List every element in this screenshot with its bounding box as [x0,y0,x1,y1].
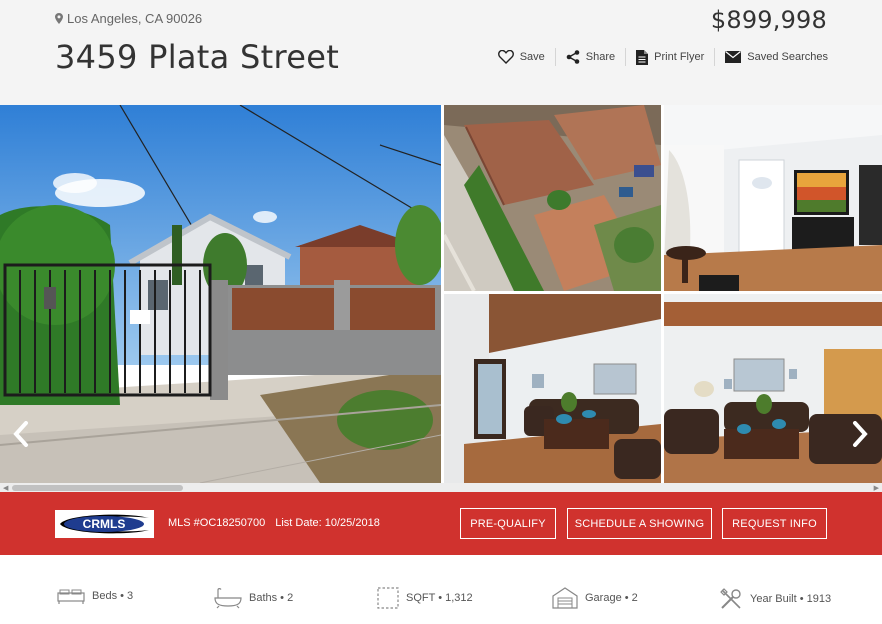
feature-year-built: Year Built • 1913 [719,587,831,611]
feature-garage: Garage • 2 [552,587,638,609]
pre-qualify-button[interactable]: PRE-QUALIFY [460,508,556,539]
listing-header: Los Angeles, CA 90026 3459 Plata Street … [0,0,882,105]
gallery-prev-button[interactable] [4,415,38,453]
mls-number: MLS #OC18250700 [168,517,266,529]
heart-icon [497,50,514,64]
print-flyer-button[interactable]: Print Flyer [625,48,714,66]
gallery-next-button[interactable] [843,415,877,453]
gallery-scrollbar[interactable]: ◀ ▶ [0,483,882,492]
listing-bar: CRMLS MLS #OC18250700 List Date: 10/25/2… [0,492,882,555]
property-features: Beds • 3 Baths • 2 SQFT • 1,312 Garage •… [0,555,882,624]
feature-baths: Baths • 2 [214,587,293,609]
garage-text: Garage • 2 [585,592,638,604]
photo-gallery [0,105,882,483]
share-icon [566,50,580,64]
request-info-button[interactable]: REQUEST INFO [722,508,827,539]
photo-living-room-tv[interactable] [664,105,882,291]
saved-searches-label: Saved Searches [747,51,828,63]
crmls-logo: CRMLS [55,510,154,538]
beds-text: Beds • 3 [92,590,134,602]
chevron-right-icon [853,421,868,447]
action-toolbar: Save Share Print Flyer Saved Searches [488,48,828,66]
share-button[interactable]: Share [554,48,625,66]
year-built-text: Year Built • 1913 [750,593,832,605]
photo-living-room-table[interactable] [664,294,882,483]
map-pin-icon [55,13,63,24]
sqft-text: SQFT • 1,312 [406,592,473,604]
scroll-right-arrow-icon[interactable]: ▶ [874,484,879,492]
baths-text: Baths • 2 [249,592,294,604]
feature-beds: Beds • 3 [57,587,133,605]
saved-searches-button[interactable]: Saved Searches [714,48,828,66]
photo-living-room-sofas[interactable] [444,294,661,483]
bathtub-icon [214,588,242,609]
tools-icon [720,588,741,609]
print-flyer-label: Print Flyer [654,51,705,63]
save-label: Save [519,51,545,63]
logo-text: CRMLS [83,517,126,531]
photo-aerial[interactable] [444,105,661,291]
save-button[interactable]: Save [488,48,555,66]
location-text: Los Angeles, CA 90026 [67,11,203,26]
scroll-left-arrow-icon[interactable]: ◀ [3,484,8,492]
feature-sqft: SQFT • 1,312 [377,587,473,609]
schedule-showing-button[interactable]: SCHEDULE A SHOWING [567,508,712,539]
share-label: Share [585,51,616,63]
chevron-left-icon [13,421,28,447]
listing-price: $899,998 [710,6,827,34]
document-icon [636,49,649,65]
listing-location: Los Angeles, CA 90026 [55,11,202,26]
envelope-icon [725,51,742,63]
scroll-thumb[interactable] [12,485,183,491]
photo-exterior-front[interactable] [0,105,441,483]
page-title: 3459 Plata Street [55,38,340,76]
mls-info: MLS #OC18250700 List Date: 10/25/2018 [168,517,380,529]
area-icon [377,587,399,609]
garage-icon [552,587,578,609]
list-date: List Date: 10/25/2018 [275,517,380,529]
bed-icon [57,589,85,604]
